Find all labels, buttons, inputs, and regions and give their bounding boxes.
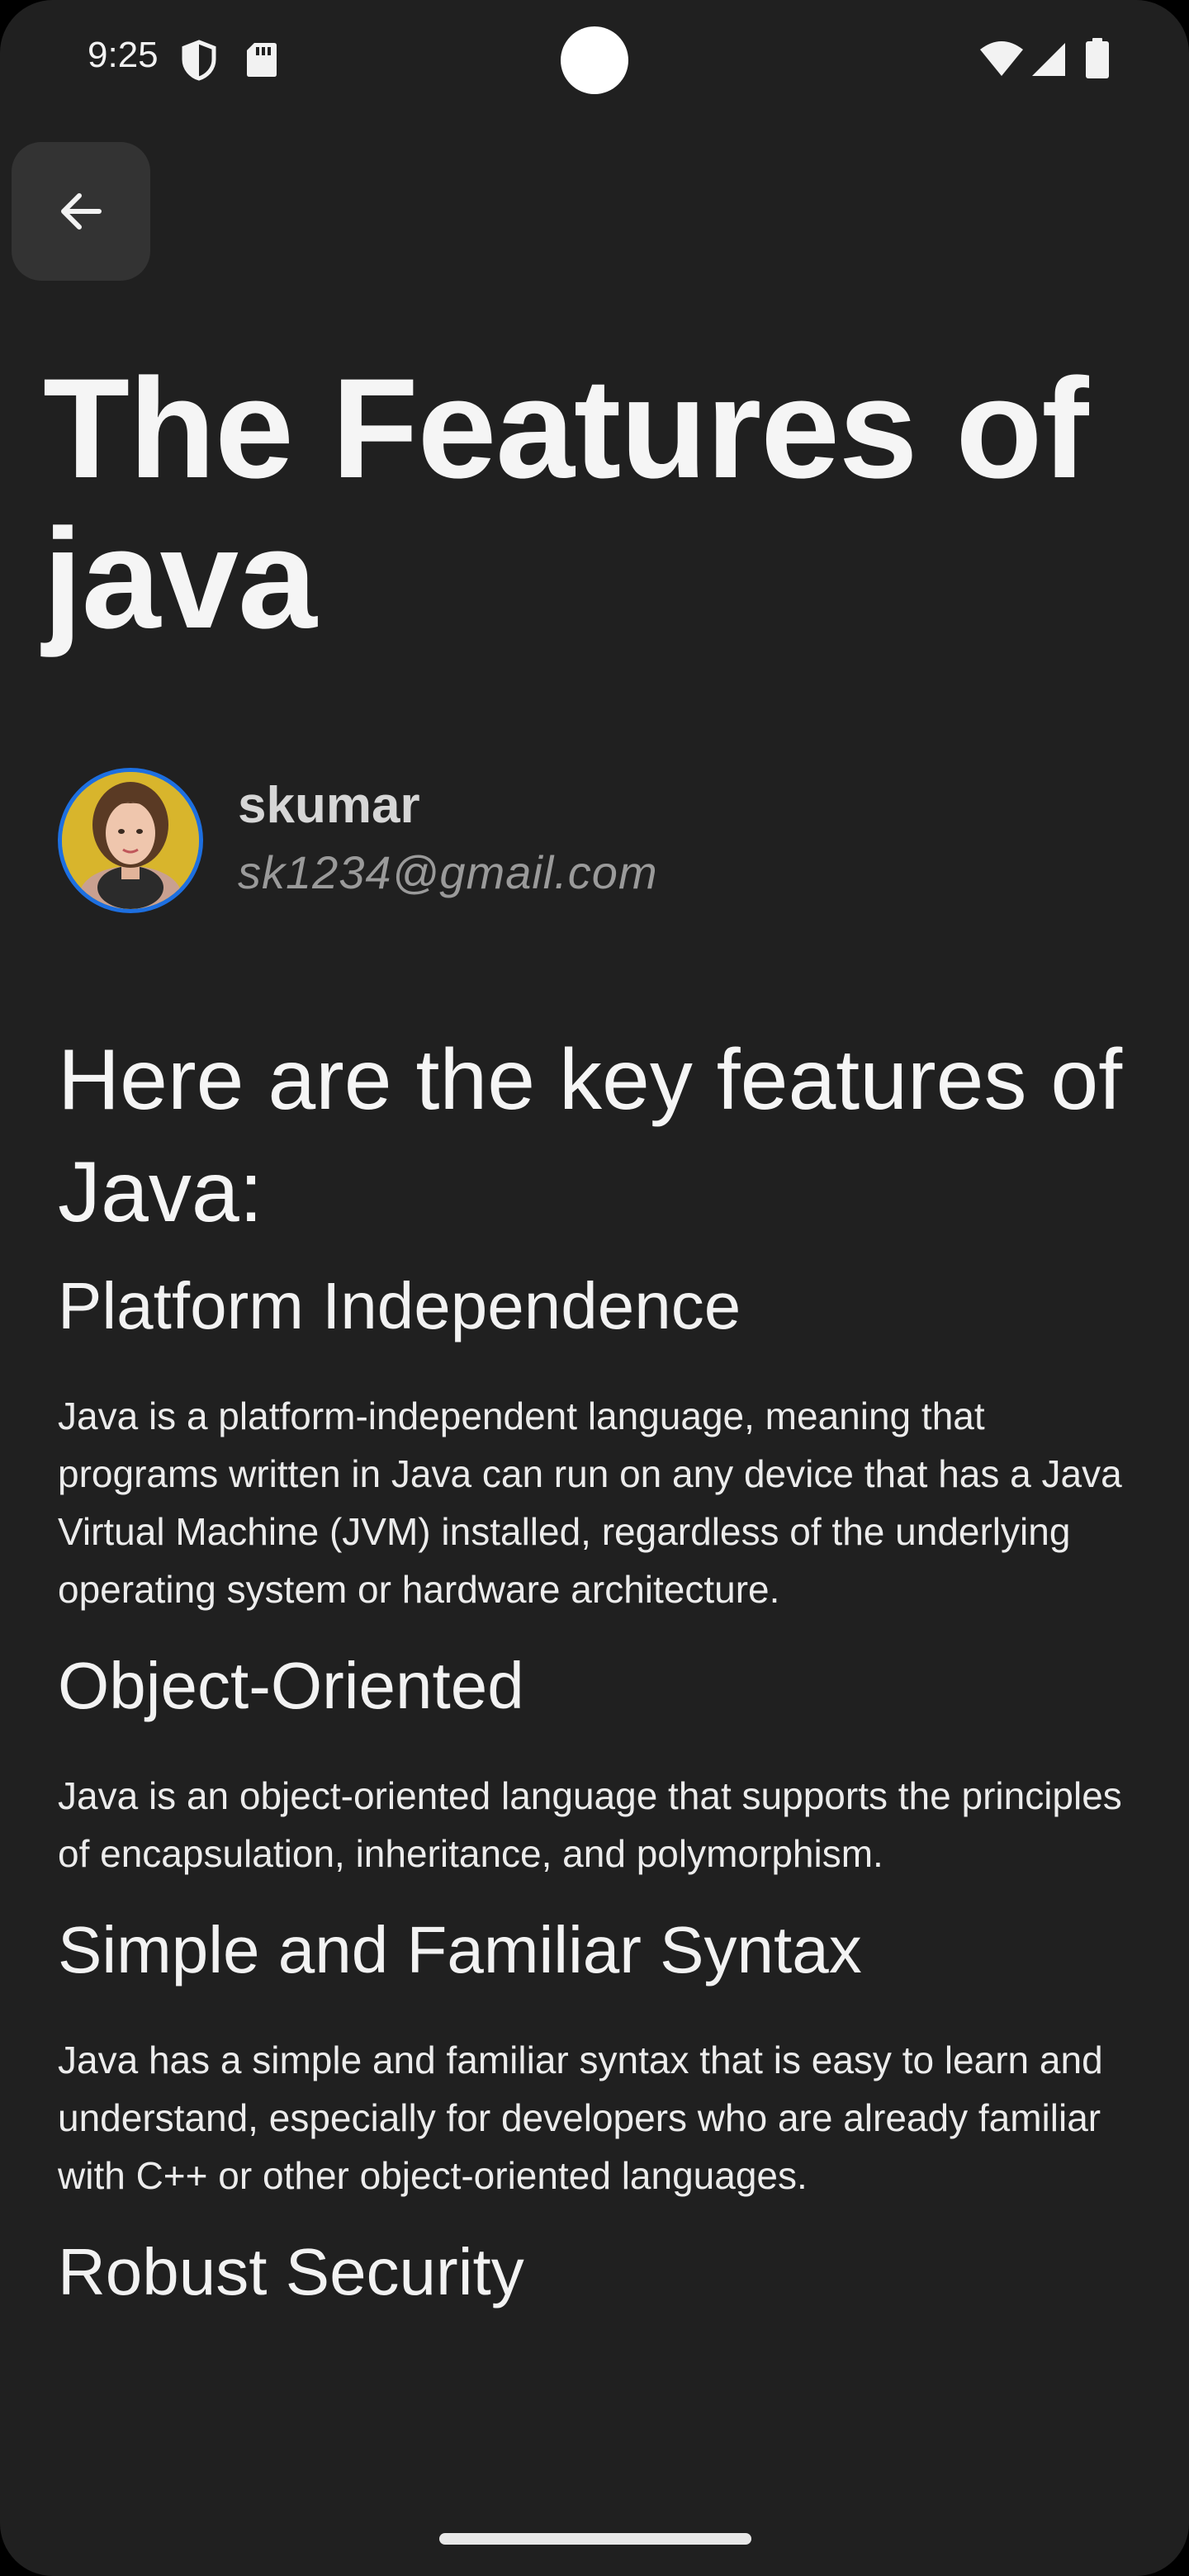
- cell-signal-icon: [1032, 43, 1065, 76]
- section-body: Java is an object-oriented language that…: [58, 1774, 1122, 1875]
- intro-heading: Here are the key features of Java:: [58, 1032, 1123, 1240]
- section-heading: Platform Independence: [58, 1269, 741, 1342]
- author-name: skumar: [238, 777, 420, 834]
- home-indicator[interactable]: [439, 2533, 751, 2545]
- section-body: Java is a platform-independent language,…: [58, 1395, 1122, 1611]
- section-heading: Object-Oriented: [58, 1649, 524, 1722]
- section-body: Java has a simple and familiar syntax th…: [58, 2039, 1103, 2197]
- avatar-image: [62, 772, 199, 909]
- wifi-icon: [980, 41, 1023, 76]
- shield-icon: [182, 40, 216, 81]
- section-heading: Simple and Familiar Syntax: [58, 1913, 862, 1986]
- arrow-back-icon: [61, 193, 102, 230]
- article-title: The Features of java: [43, 349, 1089, 658]
- status-bar: 9:25: [0, 0, 1189, 116]
- camera-cutout: [561, 26, 628, 94]
- back-button[interactable]: [12, 142, 150, 281]
- avatar[interactable]: [58, 768, 203, 913]
- article-content: Here are the key features of Java: Platf…: [58, 1024, 1148, 2313]
- author-email: sk1234@gmail.com: [238, 846, 658, 898]
- section-heading: Robust Security: [58, 2235, 524, 2308]
- screen: 9:25 The Features of java skumar sk1234@…: [0, 0, 1189, 2576]
- status-time: 9:25: [88, 35, 159, 75]
- sd-card-icon: [247, 43, 277, 77]
- battery-icon: [1086, 38, 1109, 78]
- author-block: skumar sk1234@gmail.com: [58, 768, 801, 913]
